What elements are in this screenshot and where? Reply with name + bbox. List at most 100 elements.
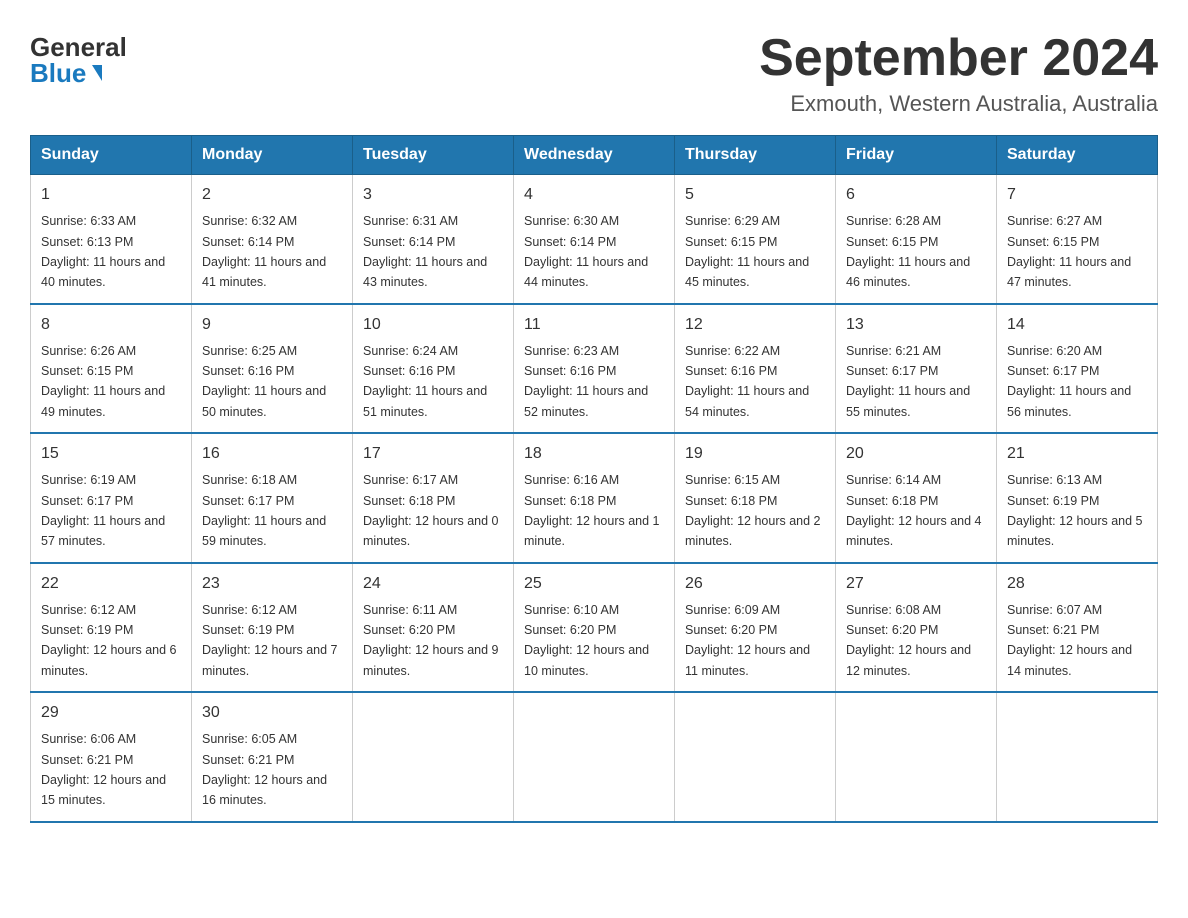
day-number: 29 xyxy=(41,701,181,725)
week-row-3: 15 Sunrise: 6:19 AMSunset: 6:17 PMDaylig… xyxy=(31,433,1158,563)
logo-blue: Blue xyxy=(30,60,102,86)
week-row-5: 29 Sunrise: 6:06 AMSunset: 6:21 PMDaylig… xyxy=(31,692,1158,822)
day-number: 20 xyxy=(846,442,986,466)
day-number: 6 xyxy=(846,183,986,207)
day-cell: 4 Sunrise: 6:30 AMSunset: 6:14 PMDayligh… xyxy=(514,175,675,304)
day-cell xyxy=(675,692,836,822)
day-cell: 5 Sunrise: 6:29 AMSunset: 6:15 PMDayligh… xyxy=(675,175,836,304)
day-number: 26 xyxy=(685,572,825,596)
day-info: Sunrise: 6:17 AMSunset: 6:18 PMDaylight:… xyxy=(363,473,499,548)
day-cell: 22 Sunrise: 6:12 AMSunset: 6:19 PMDaylig… xyxy=(31,563,192,693)
calendar-table: Sunday Monday Tuesday Wednesday Thursday… xyxy=(30,135,1158,823)
day-number: 3 xyxy=(363,183,503,207)
day-info: Sunrise: 6:06 AMSunset: 6:21 PMDaylight:… xyxy=(41,732,166,807)
day-info: Sunrise: 6:11 AMSunset: 6:20 PMDaylight:… xyxy=(363,603,499,678)
header-wednesday: Wednesday xyxy=(514,136,675,175)
day-cell: 10 Sunrise: 6:24 AMSunset: 6:16 PMDaylig… xyxy=(353,304,514,434)
day-cell: 18 Sunrise: 6:16 AMSunset: 6:18 PMDaylig… xyxy=(514,433,675,563)
day-info: Sunrise: 6:23 AMSunset: 6:16 PMDaylight:… xyxy=(524,344,648,419)
day-cell: 29 Sunrise: 6:06 AMSunset: 6:21 PMDaylig… xyxy=(31,692,192,822)
day-number: 11 xyxy=(524,313,664,337)
location-subtitle: Exmouth, Western Australia, Australia xyxy=(759,91,1158,117)
day-cell: 15 Sunrise: 6:19 AMSunset: 6:17 PMDaylig… xyxy=(31,433,192,563)
day-info: Sunrise: 6:08 AMSunset: 6:20 PMDaylight:… xyxy=(846,603,971,678)
day-number: 2 xyxy=(202,183,342,207)
day-cell: 1 Sunrise: 6:33 AMSunset: 6:13 PMDayligh… xyxy=(31,175,192,304)
day-number: 28 xyxy=(1007,572,1147,596)
month-year-title: September 2024 xyxy=(759,30,1158,87)
day-cell: 8 Sunrise: 6:26 AMSunset: 6:15 PMDayligh… xyxy=(31,304,192,434)
day-cell xyxy=(836,692,997,822)
day-info: Sunrise: 6:10 AMSunset: 6:20 PMDaylight:… xyxy=(524,603,649,678)
day-info: Sunrise: 6:33 AMSunset: 6:13 PMDaylight:… xyxy=(41,214,165,289)
logo-triangle-icon xyxy=(92,65,102,81)
day-cell: 30 Sunrise: 6:05 AMSunset: 6:21 PMDaylig… xyxy=(192,692,353,822)
day-info: Sunrise: 6:19 AMSunset: 6:17 PMDaylight:… xyxy=(41,473,165,548)
day-number: 24 xyxy=(363,572,503,596)
day-cell: 6 Sunrise: 6:28 AMSunset: 6:15 PMDayligh… xyxy=(836,175,997,304)
day-number: 15 xyxy=(41,442,181,466)
day-number: 17 xyxy=(363,442,503,466)
day-number: 4 xyxy=(524,183,664,207)
day-info: Sunrise: 6:26 AMSunset: 6:15 PMDaylight:… xyxy=(41,344,165,419)
week-row-1: 1 Sunrise: 6:33 AMSunset: 6:13 PMDayligh… xyxy=(31,175,1158,304)
day-cell: 17 Sunrise: 6:17 AMSunset: 6:18 PMDaylig… xyxy=(353,433,514,563)
day-number: 8 xyxy=(41,313,181,337)
day-info: Sunrise: 6:13 AMSunset: 6:19 PMDaylight:… xyxy=(1007,473,1143,548)
day-info: Sunrise: 6:24 AMSunset: 6:16 PMDaylight:… xyxy=(363,344,487,419)
day-number: 9 xyxy=(202,313,342,337)
title-section: September 2024 Exmouth, Western Australi… xyxy=(759,30,1158,117)
day-cell: 19 Sunrise: 6:15 AMSunset: 6:18 PMDaylig… xyxy=(675,433,836,563)
day-cell xyxy=(353,692,514,822)
header-monday: Monday xyxy=(192,136,353,175)
day-number: 16 xyxy=(202,442,342,466)
day-cell: 28 Sunrise: 6:07 AMSunset: 6:21 PMDaylig… xyxy=(997,563,1158,693)
day-number: 14 xyxy=(1007,313,1147,337)
day-number: 23 xyxy=(202,572,342,596)
day-cell: 16 Sunrise: 6:18 AMSunset: 6:17 PMDaylig… xyxy=(192,433,353,563)
day-number: 5 xyxy=(685,183,825,207)
day-cell: 24 Sunrise: 6:11 AMSunset: 6:20 PMDaylig… xyxy=(353,563,514,693)
day-info: Sunrise: 6:05 AMSunset: 6:21 PMDaylight:… xyxy=(202,732,327,807)
day-info: Sunrise: 6:16 AMSunset: 6:18 PMDaylight:… xyxy=(524,473,660,548)
week-row-2: 8 Sunrise: 6:26 AMSunset: 6:15 PMDayligh… xyxy=(31,304,1158,434)
day-cell: 7 Sunrise: 6:27 AMSunset: 6:15 PMDayligh… xyxy=(997,175,1158,304)
day-cell xyxy=(997,692,1158,822)
header-sunday: Sunday xyxy=(31,136,192,175)
header-friday: Friday xyxy=(836,136,997,175)
day-number: 21 xyxy=(1007,442,1147,466)
day-cell: 27 Sunrise: 6:08 AMSunset: 6:20 PMDaylig… xyxy=(836,563,997,693)
day-number: 19 xyxy=(685,442,825,466)
day-info: Sunrise: 6:22 AMSunset: 6:16 PMDaylight:… xyxy=(685,344,809,419)
day-cell: 23 Sunrise: 6:12 AMSunset: 6:19 PMDaylig… xyxy=(192,563,353,693)
day-cell: 12 Sunrise: 6:22 AMSunset: 6:16 PMDaylig… xyxy=(675,304,836,434)
day-info: Sunrise: 6:25 AMSunset: 6:16 PMDaylight:… xyxy=(202,344,326,419)
day-info: Sunrise: 6:32 AMSunset: 6:14 PMDaylight:… xyxy=(202,214,326,289)
day-info: Sunrise: 6:27 AMSunset: 6:15 PMDaylight:… xyxy=(1007,214,1131,289)
days-header-row: Sunday Monday Tuesday Wednesday Thursday… xyxy=(31,136,1158,175)
page-header: General Blue September 2024 Exmouth, Wes… xyxy=(30,30,1158,117)
day-number: 22 xyxy=(41,572,181,596)
day-cell: 9 Sunrise: 6:25 AMSunset: 6:16 PMDayligh… xyxy=(192,304,353,434)
day-cell: 13 Sunrise: 6:21 AMSunset: 6:17 PMDaylig… xyxy=(836,304,997,434)
header-saturday: Saturday xyxy=(997,136,1158,175)
week-row-4: 22 Sunrise: 6:12 AMSunset: 6:19 PMDaylig… xyxy=(31,563,1158,693)
day-number: 7 xyxy=(1007,183,1147,207)
day-info: Sunrise: 6:15 AMSunset: 6:18 PMDaylight:… xyxy=(685,473,821,548)
day-number: 10 xyxy=(363,313,503,337)
day-number: 27 xyxy=(846,572,986,596)
day-cell: 3 Sunrise: 6:31 AMSunset: 6:14 PMDayligh… xyxy=(353,175,514,304)
day-cell: 14 Sunrise: 6:20 AMSunset: 6:17 PMDaylig… xyxy=(997,304,1158,434)
day-number: 13 xyxy=(846,313,986,337)
day-info: Sunrise: 6:20 AMSunset: 6:17 PMDaylight:… xyxy=(1007,344,1131,419)
day-cell: 2 Sunrise: 6:32 AMSunset: 6:14 PMDayligh… xyxy=(192,175,353,304)
logo-general: General xyxy=(30,34,127,60)
day-number: 12 xyxy=(685,313,825,337)
day-cell xyxy=(514,692,675,822)
header-thursday: Thursday xyxy=(675,136,836,175)
day-cell: 25 Sunrise: 6:10 AMSunset: 6:20 PMDaylig… xyxy=(514,563,675,693)
day-info: Sunrise: 6:18 AMSunset: 6:17 PMDaylight:… xyxy=(202,473,326,548)
day-number: 30 xyxy=(202,701,342,725)
day-info: Sunrise: 6:09 AMSunset: 6:20 PMDaylight:… xyxy=(685,603,810,678)
day-cell: 20 Sunrise: 6:14 AMSunset: 6:18 PMDaylig… xyxy=(836,433,997,563)
